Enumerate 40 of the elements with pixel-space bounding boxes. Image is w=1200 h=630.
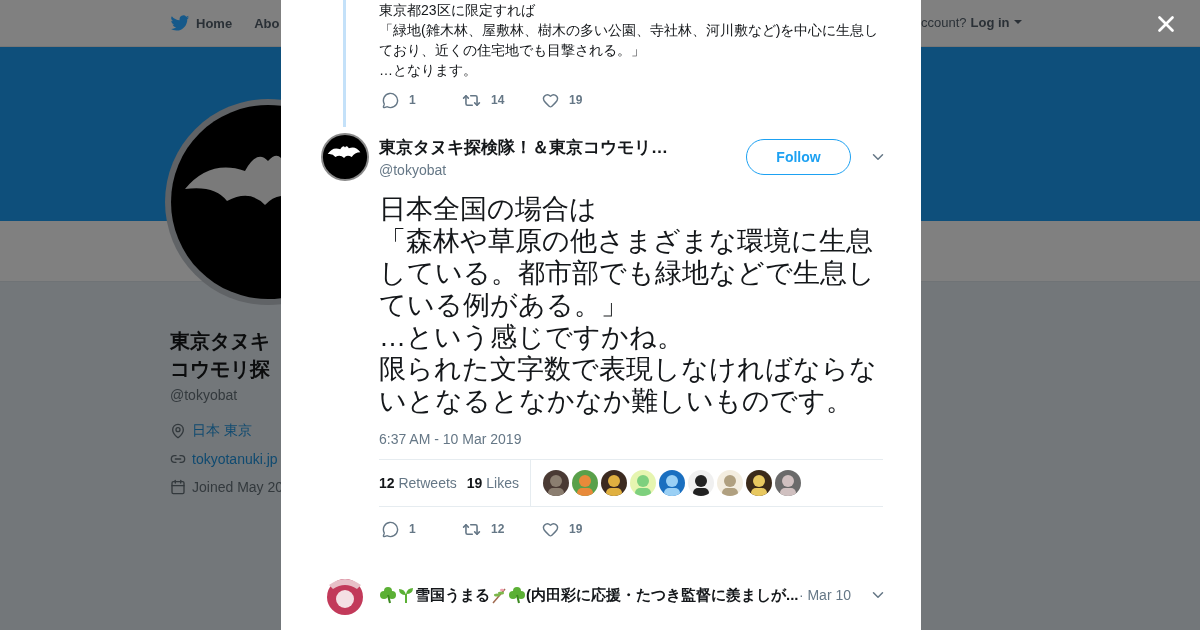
speech-bubble-icon: [382, 520, 399, 538]
like-button[interactable]: 19: [539, 91, 619, 109]
likes-count[interactable]: 19 Likes: [466, 475, 519, 491]
tweet-text: 日本全国の場合は: [379, 193, 598, 225]
clover-icon: [379, 586, 397, 604]
retweet-button[interactable]: 12: [459, 519, 539, 539]
tweet-text: 東京都23区に限定すれば: [379, 1, 536, 20]
tweet-text: …という感じですかね。: [379, 321, 685, 353]
sprout-icon: [397, 586, 415, 604]
reply-button[interactable]: 1: [379, 520, 459, 538]
like-button[interactable]: 19: [539, 520, 619, 538]
retweet-button[interactable]: 14: [459, 90, 539, 110]
tweet-timestamp: 6:37 AM - 10 Mar 2019: [379, 431, 523, 447]
about-link[interactable]: Abo: [254, 15, 280, 31]
herb-icon: [490, 586, 508, 604]
speech-bubble-icon: [382, 91, 399, 109]
login-prompt: ccount?: [921, 15, 967, 30]
calendar-icon: [170, 479, 186, 495]
tweet-text: 「森林や草原の他さまざまな環境に生息している。都市部でも緑地などで生息している例がある。」: [379, 225, 876, 321]
profile-handle: @tokyobat: [170, 387, 238, 403]
follow-button[interactable]: Follow: [746, 139, 851, 175]
tweet-text: …となります。: [379, 61, 478, 80]
profile-name: 東京タヌキ: [170, 329, 270, 354]
author-name[interactable]: 東京タヌキ探検隊！＆東京コウモリ…: [379, 136, 746, 159]
login-link[interactable]: Log in: [970, 15, 1010, 30]
heart-icon: [542, 520, 559, 538]
bird-icon: [170, 14, 190, 32]
retweets-count[interactable]: 12 Retweets: [379, 475, 457, 491]
clover-icon: [508, 586, 526, 604]
tweet-text: 「緑地(雑木林、屋敷林、樹木の多い公園、寺社林、河川敷など)を中心に生息しており、近くの住宅地でも目撃される。」: [379, 21, 880, 60]
profile-name: コウモリ探: [170, 357, 270, 382]
heart-icon: [542, 91, 559, 109]
tweet-date[interactable]: · Mar 10: [798, 587, 851, 603]
author-name[interactable]: 雪国うまる (内田彩に応援・たつき監督に羨ましが...: [379, 585, 799, 605]
author-handle[interactable]: @tokyobat: [379, 162, 746, 178]
bat-avatar-icon: [321, 133, 369, 181]
location-pin-icon: [170, 423, 186, 439]
home-link[interactable]: Home: [170, 14, 233, 32]
tweet-text: 限られた文字数で表現しなければならないとなるとなかなか難しいものです。: [379, 353, 878, 417]
reply-button[interactable]: 1: [379, 91, 459, 109]
